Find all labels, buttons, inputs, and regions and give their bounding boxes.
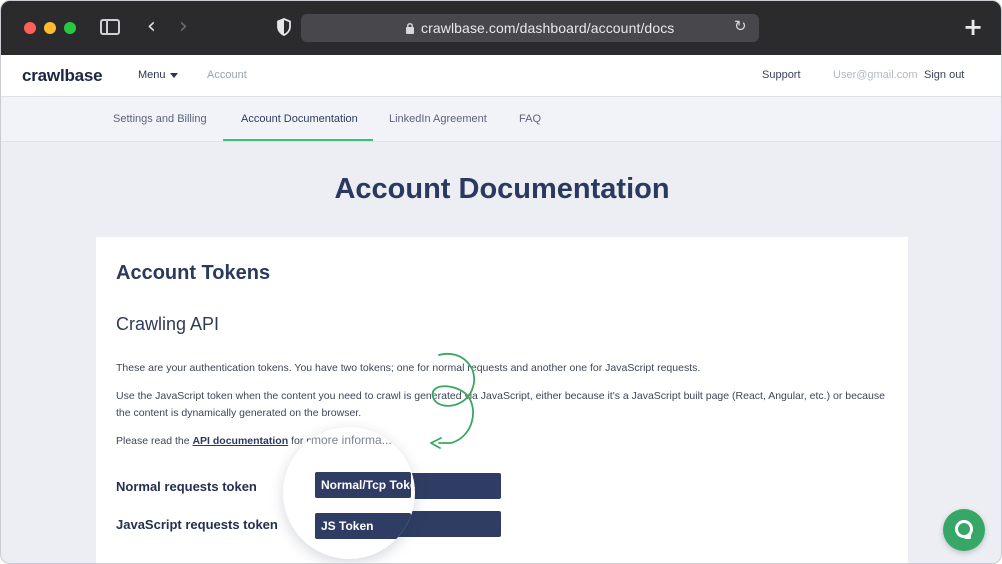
normal-token-value: Normal/Tcp Token [321,478,415,492]
docs-text-prefix: Please read the [116,435,193,447]
tab-linkedin-agreement[interactable]: LinkedIn Agreement [389,113,487,125]
description-paragraph: These are your authentication tokens. Yo… [116,362,701,374]
support-link[interactable]: Support [762,69,801,81]
sign-out-link[interactable]: Sign out [924,69,964,81]
chat-button[interactable] [943,509,985,551]
card-title: Account Tokens [116,262,271,284]
sidebar-icon[interactable] [100,19,120,35]
minimize-window-icon[interactable] [44,22,56,34]
tab-faq[interactable]: FAQ [519,113,541,125]
account-tabs: Settings and Billing Account Documentati… [1,97,1001,142]
close-window-icon[interactable] [24,22,36,34]
api-documentation-link[interactable]: API documentation [192,435,288,447]
page-title: Account Documentation [334,173,670,205]
tab-account-documentation[interactable]: Account Documentation [241,113,358,125]
url-text[interactable]: crawlbase.com/dashboard/account/docs [421,20,674,36]
logo[interactable]: crawlbase [22,66,103,86]
magnified-text: more informa... [311,433,392,447]
active-tab-indicator [223,139,373,141]
browser-toolbar: ‹ › crawlbase.com/dashboard/account/docs… [1,1,1001,55]
back-icon[interactable]: ‹ [147,14,156,39]
description-paragraph: Use the JavaScript token when the conten… [116,390,885,419]
js-token-value: JS Token [321,519,374,533]
tab-settings-billing[interactable]: Settings and Billing [113,113,207,125]
plus-icon[interactable]: + [963,13,983,41]
arrow-annotation-icon [430,352,476,449]
site-header: crawlbase Menu Account Support User@gmai… [1,55,1001,97]
section-subtitle: Crawling API [116,314,220,334]
js-token-label: JavaScript requests token [116,517,278,532]
token-magnifier: more informa... Normal/Tcp Token JS Toke… [283,427,415,559]
user-email: User@gmail.com [833,69,918,81]
maximize-window-icon[interactable] [64,22,76,34]
menu-dropdown[interactable]: Menu [138,69,178,81]
lock-icon [406,23,414,34]
breadcrumb-account[interactable]: Account [207,69,247,81]
caret-down-icon [169,72,178,78]
shield-icon[interactable] [277,18,291,36]
menu-label: Menu [138,69,166,81]
reload-icon[interactable]: ↻ [734,17,747,35]
chat-tail-icon [964,533,972,539]
js-token-value-field[interactable]: JS Token [315,513,411,539]
normal-token-value-field[interactable]: Normal/Tcp Token [315,472,415,498]
docs-paragraph: Please read the API documentation for mo… [116,433,896,450]
tokens-card: Account Tokens Crawling API These are yo… [96,237,908,563]
browser-window: ‹ › crawlbase.com/dashboard/account/docs… [0,0,1002,564]
normal-token-label: Normal requests token [116,479,257,494]
forward-icon[interactable]: › [179,14,188,39]
